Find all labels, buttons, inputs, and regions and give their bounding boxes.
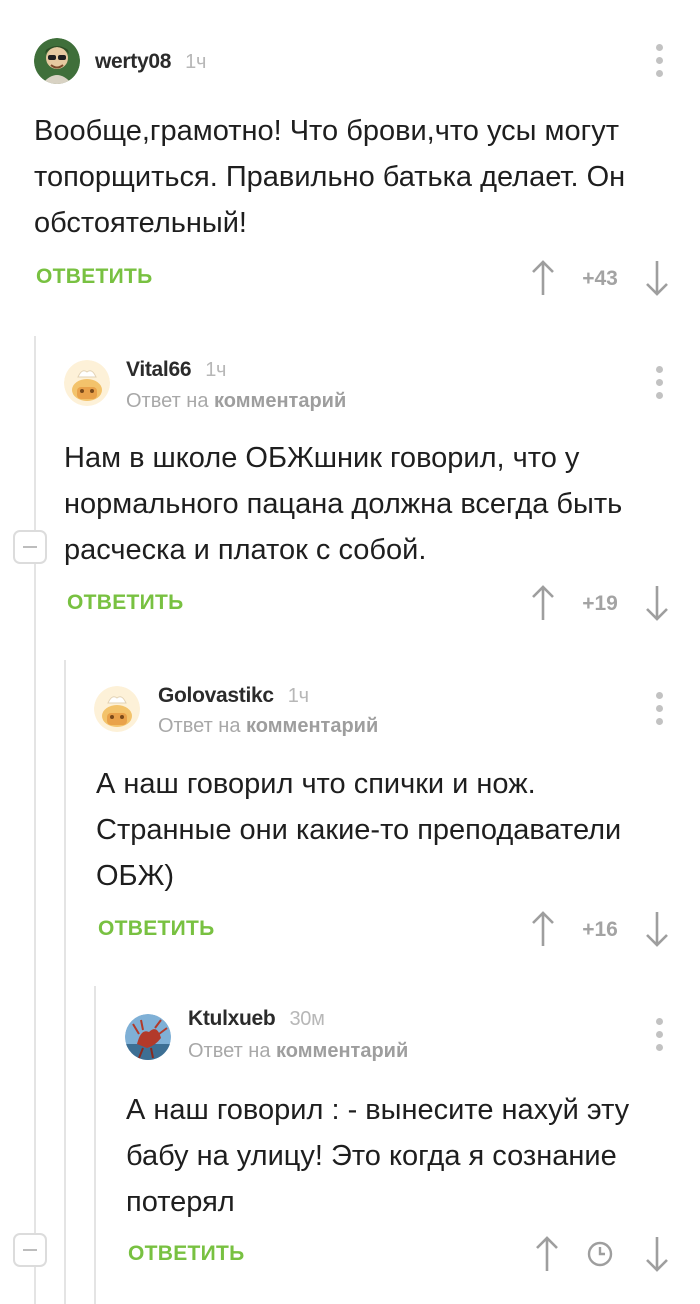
comment: werty08 1ч Вообще,грамотно! Что брови,что… bbox=[34, 38, 700, 308]
vote-controls: +16 bbox=[530, 910, 670, 950]
comment-author[interactable]: Ktulxueb 30м bbox=[188, 1007, 325, 1031]
comment-text: Нам в школе ОБЖшник говорил, что у норма… bbox=[64, 442, 623, 566]
arrow-up-icon[interactable] bbox=[530, 584, 556, 622]
arrow-up-icon[interactable] bbox=[530, 910, 556, 948]
comment: Vital66 1ч Ответ на комментарий Нам в шко… bbox=[64, 358, 700, 630]
comment-text: А наш говорил : - вынесите нахуй эту баб… bbox=[126, 1094, 630, 1218]
arrow-up-icon[interactable] bbox=[534, 1235, 560, 1273]
collapse-thread-button[interactable] bbox=[13, 530, 47, 564]
avatar[interactable] bbox=[94, 686, 140, 732]
author-name[interactable]: werty08 bbox=[95, 50, 171, 73]
vertical-dots-icon[interactable] bbox=[654, 366, 664, 400]
thread-line-level-3 bbox=[94, 986, 96, 1304]
arrow-up-icon[interactable] bbox=[530, 259, 556, 297]
reply-to-prefix: Ответ на bbox=[126, 390, 209, 412]
clock-icon bbox=[587, 1241, 613, 1267]
comment-time: 1ч bbox=[205, 359, 227, 381]
reply-to-link[interactable]: Ответ на комментарий bbox=[126, 390, 346, 413]
vertical-dots-icon[interactable] bbox=[654, 44, 664, 78]
reply-to-target[interactable]: комментарий bbox=[276, 1040, 408, 1062]
reply-to-prefix: Ответ на bbox=[158, 715, 241, 737]
vertical-dots-icon[interactable] bbox=[654, 692, 664, 726]
thread-line-level-2 bbox=[64, 660, 66, 1304]
comment-author[interactable]: Vital66 1ч bbox=[126, 358, 226, 382]
comment-author[interactable]: Golovastikc 1ч bbox=[158, 684, 309, 708]
reply-to-target[interactable]: комментарий bbox=[246, 715, 378, 737]
comment-author[interactable]: werty08 1ч bbox=[95, 50, 206, 74]
vote-controls: +19 bbox=[530, 584, 670, 624]
comment-text: А наш говорил что спички и нож. Странные… bbox=[96, 768, 622, 892]
collapse-thread-button[interactable] bbox=[13, 1233, 47, 1267]
comment: Ktulxueb 30м Ответ на комментарий А наш г… bbox=[124, 1007, 700, 1292]
comment: Golovastikc 1ч Ответ на комментарий А наш… bbox=[94, 684, 700, 956]
reply-to-link[interactable]: Ответ на комментарий bbox=[188, 1040, 408, 1063]
arrow-down-icon[interactable] bbox=[644, 584, 670, 622]
rating-value: +43 bbox=[582, 267, 618, 290]
reply-to-link[interactable]: Ответ на комментарий bbox=[158, 715, 378, 738]
comment-time: 1ч bbox=[185, 51, 207, 73]
avatar[interactable] bbox=[34, 38, 80, 84]
avatar[interactable] bbox=[64, 360, 110, 406]
reply-to-prefix: Ответ на bbox=[188, 1040, 271, 1062]
arrow-down-icon[interactable] bbox=[644, 259, 670, 297]
author-name[interactable]: Ktulxueb bbox=[188, 1007, 276, 1030]
reply-button[interactable]: ОТВЕТИТЬ bbox=[128, 1242, 245, 1266]
reply-button[interactable]: ОТВЕТИТЬ bbox=[36, 265, 153, 289]
vote-controls: +43 bbox=[530, 259, 670, 299]
reply-button[interactable]: ОТВЕТИТЬ bbox=[67, 591, 184, 615]
vote-controls bbox=[530, 1235, 670, 1275]
reply-to-target[interactable]: комментарий bbox=[214, 390, 346, 412]
comment-time: 30м bbox=[289, 1008, 325, 1030]
arrow-down-icon[interactable] bbox=[644, 910, 670, 948]
author-name[interactable]: Vital66 bbox=[126, 358, 192, 381]
thread-line-level-1 bbox=[34, 336, 36, 1304]
rating-value: +19 bbox=[582, 592, 618, 615]
author-name[interactable]: Golovastikc bbox=[158, 684, 274, 707]
comment-text: Вообще,грамотно! Что брови,что усы могут… bbox=[34, 115, 626, 239]
comment-time: 1ч bbox=[287, 685, 309, 707]
vertical-dots-icon[interactable] bbox=[654, 1018, 664, 1052]
rating-value: +16 bbox=[582, 918, 618, 941]
avatar[interactable] bbox=[125, 1014, 171, 1060]
reply-button[interactable]: ОТВЕТИТЬ bbox=[98, 917, 215, 941]
arrow-down-icon[interactable] bbox=[644, 1235, 670, 1273]
